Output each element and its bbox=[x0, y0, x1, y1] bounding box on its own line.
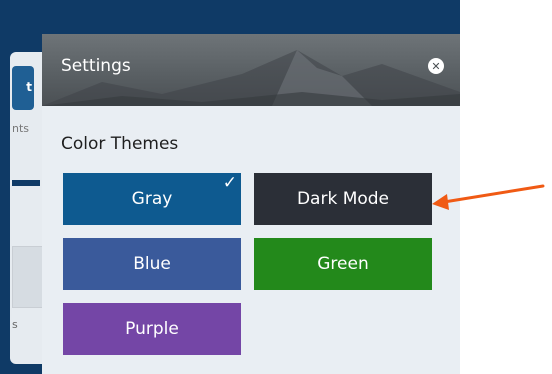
color-themes-heading: Color Themes bbox=[61, 134, 179, 154]
theme-blue-button[interactable]: Blue bbox=[63, 238, 241, 290]
theme-green-label: Green bbox=[317, 254, 369, 274]
app-nav-tile-glyph: t bbox=[26, 80, 32, 94]
app-nav-tile[interactable]: t bbox=[12, 66, 34, 110]
settings-header: Settings ✕ bbox=[42, 34, 460, 106]
close-icon[interactable]: ✕ bbox=[428, 58, 444, 74]
checkmark-icon: ✓ bbox=[222, 173, 237, 193]
app-left-label-1: nts bbox=[12, 122, 30, 135]
app-left-box bbox=[12, 246, 44, 308]
theme-gray-button[interactable]: Gray ✓ bbox=[63, 173, 241, 225]
theme-purple-button[interactable]: Purple bbox=[63, 303, 241, 355]
settings-title: Settings bbox=[61, 56, 131, 76]
theme-dark-mode-label: Dark Mode bbox=[296, 189, 390, 209]
theme-gray-label: Gray bbox=[131, 189, 173, 209]
theme-dark-mode-button[interactable]: Dark Mode bbox=[254, 173, 432, 225]
app-left-label-2: s bbox=[12, 318, 18, 331]
app-left-divider bbox=[12, 180, 40, 186]
theme-purple-label: Purple bbox=[125, 319, 179, 339]
theme-green-button[interactable]: Green bbox=[254, 238, 432, 290]
settings-panel: Settings ✕ Color Themes Gray ✓ Dark Mode… bbox=[42, 34, 460, 374]
theme-blue-label: Blue bbox=[133, 254, 171, 274]
app-top-bar bbox=[0, 0, 460, 34]
